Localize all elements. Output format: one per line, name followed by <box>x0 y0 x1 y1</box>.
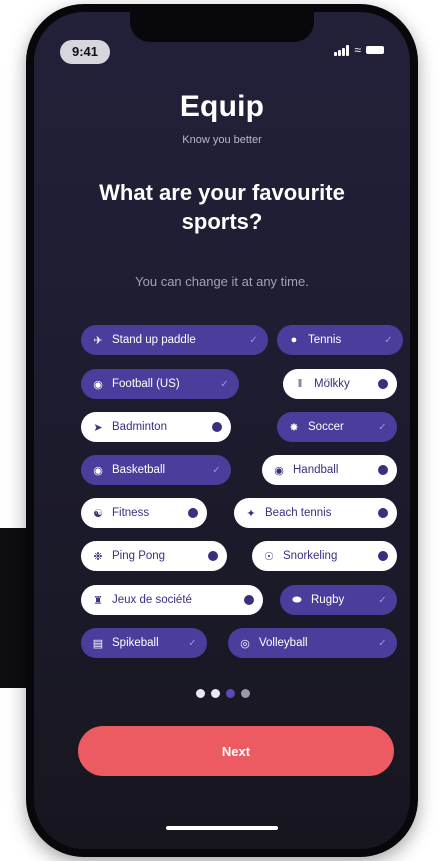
spikeball-icon: ▤ <box>92 637 104 650</box>
rugby-ball-icon: ⬬ <box>292 593 302 606</box>
fitness-icon: ☯ <box>93 507 103 520</box>
volleyball-icon: ◎ <box>240 637 250 650</box>
unselected-dot-icon <box>376 465 389 475</box>
sports-chip-list: ✈ Stand up paddle ✓ ● Tennis ✓ ◉ Football (US) ✓… <box>34 12 410 849</box>
unselected-dot-icon <box>186 508 199 518</box>
checkmark-icon: ✓ <box>384 334 393 346</box>
next-button[interactable]: Next <box>78 726 394 776</box>
basketball-icon: ◉ <box>93 464 103 477</box>
sport-chip-label: Volleyball <box>259 637 308 649</box>
sport-chip-fitness[interactable]: ☯ Fitness <box>81 498 207 528</box>
sport-chip-label: Basketball <box>112 464 166 476</box>
sport-chip-label: Football (US) <box>112 378 180 390</box>
snorkel-mask-icon: ☉ <box>264 550 274 563</box>
soccer-ball-icon: ✸ <box>289 421 299 434</box>
sport-chip-volleyball[interactable]: ◎ Volleyball ✓ <box>228 628 397 658</box>
app-screen: 9:41 ≈ Equip Know you better What are yo… <box>34 12 410 849</box>
tennis-ball-icon: ● <box>290 334 298 346</box>
unselected-dot-icon <box>376 508 389 518</box>
checkmark-icon: ✓ <box>378 637 387 649</box>
checkmark-icon: ✓ <box>378 594 387 606</box>
sport-chip-label: Badminton <box>112 421 167 433</box>
sport-chip-spikeball[interactable]: ▤ Spikeball ✓ <box>81 628 207 658</box>
sport-chip-label: Beach tennis <box>265 507 332 519</box>
sport-chip-basketball[interactable]: ◉ Basketball ✓ <box>81 455 231 485</box>
board-game-icon: ♜ <box>93 594 103 607</box>
sport-chip-label: Rugby <box>311 594 345 606</box>
sport-chip-football-us[interactable]: ◉ Football (US) ✓ <box>81 369 239 399</box>
checkmark-icon: ✓ <box>249 334 258 346</box>
sport-chip-label: Stand up paddle <box>112 334 196 346</box>
molkky-pins-icon: ‖ <box>297 378 303 390</box>
sport-chip-label: Fitness <box>112 507 150 519</box>
pagination-dot <box>196 689 205 698</box>
sport-chip-label: Snorkeling <box>283 550 338 562</box>
sport-chip-label: Tennis <box>308 334 342 346</box>
pagination-dot <box>226 689 235 698</box>
unselected-dot-icon <box>210 422 223 432</box>
sport-chip-snorkeling[interactable]: ☉ Snorkeling <box>252 541 397 571</box>
unselected-dot-icon <box>206 551 219 561</box>
ping-pong-icon: ❉ <box>93 550 103 563</box>
sport-chip-ping-pong[interactable]: ❉ Ping Pong <box>81 541 227 571</box>
checkmark-icon: ✓ <box>378 421 387 433</box>
handball-icon: ◉ <box>274 464 284 477</box>
pagination-dot <box>241 689 250 698</box>
unselected-dot-icon <box>242 595 255 605</box>
pagination-dots <box>196 689 250 698</box>
sport-chip-label: Ping Pong <box>112 550 166 562</box>
paddle-icon: ✈ <box>93 334 103 347</box>
beach-tennis-icon: ✦ <box>246 507 256 520</box>
unselected-dot-icon <box>376 551 389 561</box>
unselected-dot-icon <box>376 379 389 389</box>
pagination-dot <box>211 689 220 698</box>
sport-chip-label: Handball <box>293 464 339 476</box>
home-indicator <box>166 826 278 830</box>
checkmark-icon: ✓ <box>220 378 229 390</box>
sport-chip-label: Soccer <box>308 421 344 433</box>
checkmark-icon: ✓ <box>212 464 221 476</box>
sport-chip-label: Mölkky <box>314 378 350 390</box>
sport-chip-tennis[interactable]: ● Tennis ✓ <box>277 325 403 355</box>
sport-chip-beach-tennis[interactable]: ✦ Beach tennis <box>234 498 397 528</box>
checkmark-icon: ✓ <box>188 637 197 649</box>
american-football-icon: ◉ <box>93 378 103 391</box>
sport-chip-label: Jeux de société <box>112 594 192 606</box>
phone-frame: 9:41 ≈ Equip Know you better What are yo… <box>26 4 418 857</box>
sport-chip-jeux-de-soci-t[interactable]: ♜ Jeux de société <box>81 585 263 615</box>
sport-chip-handball[interactable]: ◉ Handball <box>262 455 397 485</box>
shuttlecock-icon: ➤ <box>93 421 103 434</box>
sport-chip-rugby[interactable]: ⬬ Rugby ✓ <box>280 585 397 615</box>
sport-chip-soccer[interactable]: ✸ Soccer ✓ <box>277 412 397 442</box>
sport-chip-badminton[interactable]: ➤ Badminton <box>81 412 231 442</box>
sport-chip-label: Spikeball <box>112 637 159 649</box>
sport-chip-m-lkky[interactable]: ‖ Mölkky <box>283 369 397 399</box>
sport-chip-stand-up-paddle[interactable]: ✈ Stand up paddle ✓ <box>81 325 268 355</box>
